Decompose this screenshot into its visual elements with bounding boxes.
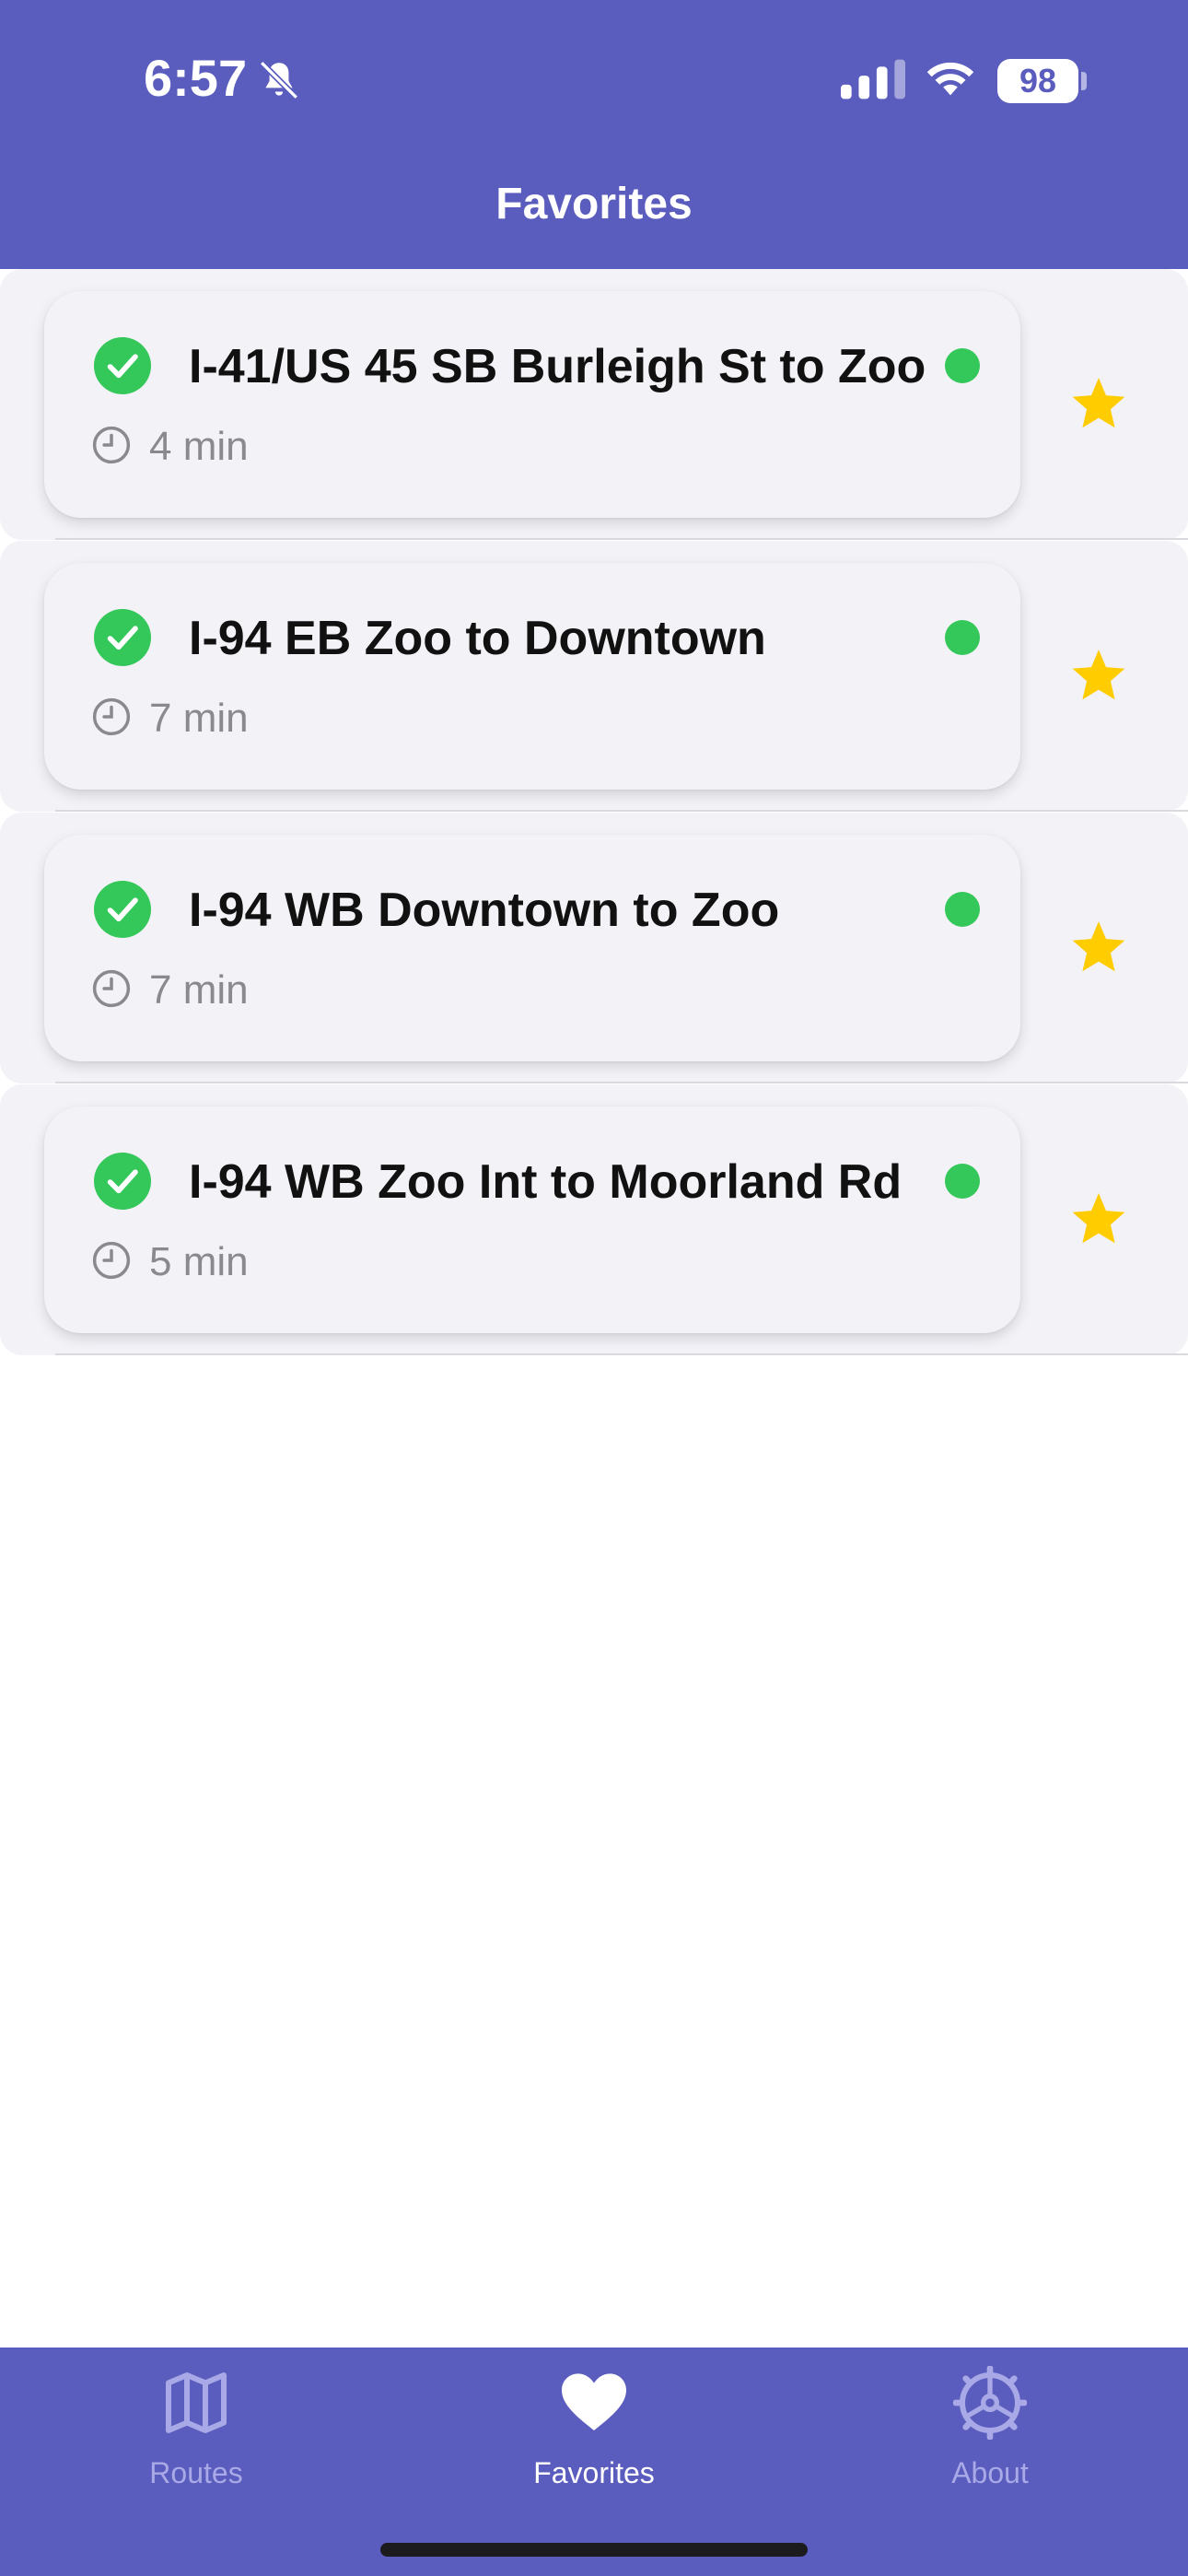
travel-time: 7 min <box>149 967 249 1013</box>
page-title: Favorites <box>495 180 693 228</box>
clock-icon <box>92 969 131 1008</box>
clock-icon <box>92 426 131 464</box>
clock-icon <box>92 1241 131 1280</box>
home-indicator[interactable] <box>380 2543 808 2557</box>
status-dot <box>945 620 980 655</box>
checkmark-circle-icon <box>94 881 151 938</box>
tab-bar: Routes Favorites About <box>0 2348 1188 2576</box>
bell-slash-icon <box>259 60 299 100</box>
status-dot <box>945 1164 980 1199</box>
row-divider <box>55 810 1188 812</box>
battery-cap <box>1081 72 1087 90</box>
route-card[interactable]: I-94 EB Zoo to Downtown 7 min <box>44 563 1020 790</box>
tab-label: Routes <box>149 2456 243 2489</box>
tab-label: About <box>951 2456 1029 2489</box>
route-name: I-41/US 45 SB Burleigh St to Zoo <box>189 340 926 393</box>
route-name: I-94 EB Zoo to Downtown <box>189 612 766 665</box>
row-divider <box>55 538 1188 540</box>
tab-routes[interactable]: Routes <box>58 2348 334 2513</box>
list-item[interactable]: I-94 WB Downtown to Zoo 7 min <box>0 813 1188 1083</box>
star-icon[interactable] <box>1068 374 1129 435</box>
battery-level: 98 <box>1019 62 1057 100</box>
star-icon[interactable] <box>1068 918 1129 978</box>
clock-icon <box>92 697 131 736</box>
checkmark-circle-icon <box>94 609 151 666</box>
list-item[interactable]: I-94 EB Zoo to Downtown 7 min <box>0 541 1188 812</box>
row-divider <box>55 1353 1188 1355</box>
travel-time: 7 min <box>149 696 249 741</box>
route-name: I-94 WB Zoo Int to Moorland Rd <box>189 1155 903 1209</box>
travel-time: 4 min <box>149 424 249 469</box>
list-item[interactable]: I-41/US 45 SB Burleigh St to Zoo 4 min <box>0 269 1188 540</box>
checkmark-circle-icon <box>94 1153 151 1210</box>
star-icon[interactable] <box>1068 1189 1129 1250</box>
checkmark-circle-icon <box>94 337 151 394</box>
route-name: I-94 WB Downtown to Zoo <box>189 884 780 937</box>
status-bar-time: 6:57 <box>144 49 248 107</box>
travel-time: 5 min <box>149 1239 249 1284</box>
battery-icon: 98 <box>997 59 1078 103</box>
wifi-icon <box>926 62 974 96</box>
cellular-signal-icon <box>841 59 905 100</box>
heart-icon <box>562 2373 626 2430</box>
route-card[interactable]: I-94 WB Zoo Int to Moorland Rd 5 min <box>44 1107 1020 1333</box>
route-card[interactable]: I-41/US 45 SB Burleigh St to Zoo 4 min <box>44 291 1020 518</box>
status-dot <box>945 348 980 383</box>
navigation-header: 6:57 98 Favorites <box>0 0 1188 269</box>
route-card[interactable]: I-94 WB Downtown to Zoo 7 min <box>44 835 1020 1061</box>
status-dot <box>945 892 980 927</box>
star-icon[interactable] <box>1068 646 1129 707</box>
tab-label: Favorites <box>533 2456 655 2489</box>
tab-favorites[interactable]: Favorites <box>456 2348 732 2513</box>
list-item[interactable]: I-94 WB Zoo Int to Moorland Rd 5 min <box>0 1084 1188 1355</box>
steering-wheel-icon <box>953 2366 1027 2440</box>
tab-about[interactable]: About <box>852 2348 1128 2513</box>
row-divider <box>55 1082 1188 1083</box>
map-icon <box>166 2372 227 2433</box>
